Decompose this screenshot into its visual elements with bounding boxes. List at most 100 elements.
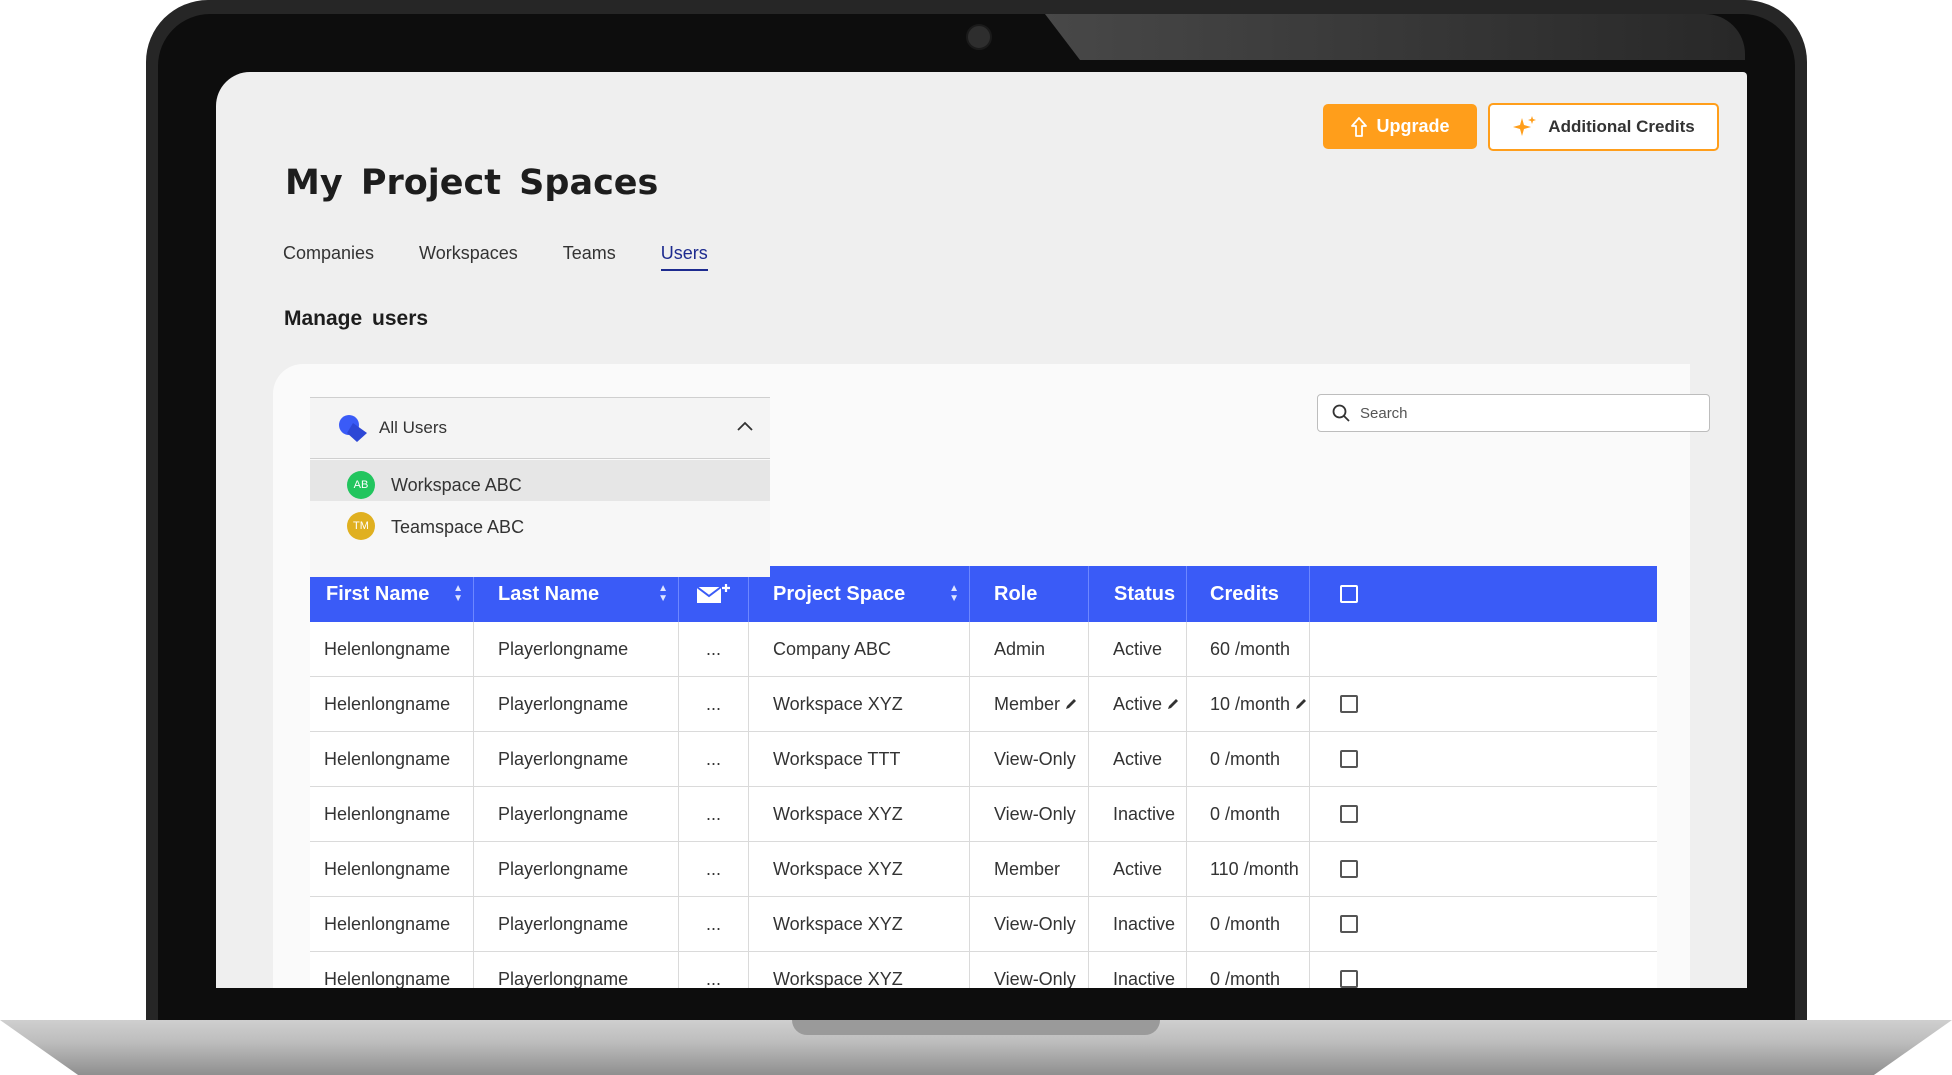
tab-companies[interactable]: Companies: [283, 243, 374, 271]
project-space-cell: Workspace TTT: [749, 732, 970, 786]
table-row: Helenlongname Playerlongname... Workspace …: [310, 677, 1657, 732]
dropdown-option-label: Teamspace ABC: [391, 517, 525, 537]
credits-cell: 0 /month: [1187, 787, 1310, 841]
col-status: Status: [1089, 566, 1187, 622]
project-space-cell-text: Workspace XYZ: [773, 803, 903, 824]
upgrade-button[interactable]: Upgrade: [1323, 104, 1477, 149]
row-checkbox[interactable]: [1310, 732, 1388, 786]
table-row: Helenlongname Playerlongname... Workspace …: [310, 732, 1657, 787]
edit-pencil-icon[interactable]: [1064, 697, 1078, 711]
status-cell-text: Inactive: [1113, 913, 1176, 934]
row-more-button-text: ...: [705, 858, 721, 879]
role-cell-text: View-Only: [994, 748, 1076, 769]
status-cell: Active: [1089, 732, 1187, 786]
status-cell-text: Active: [1113, 693, 1163, 714]
table-row: Helenlongname Playerlongname... Workspace …: [310, 952, 1657, 988]
search-input[interactable]: Search: [1360, 405, 1408, 422]
row-more-button[interactable]: ...: [679, 952, 749, 988]
search-icon: [1332, 404, 1350, 422]
row-more-button-text: ...: [705, 693, 721, 714]
dropdown-option-label: Workspace ABC: [391, 474, 522, 495]
credits-cell-text: 0 /month: [1210, 913, 1281, 934]
avatar: AB: [347, 471, 375, 499]
first-name-cell: Helenlongname: [310, 732, 474, 786]
last-name-cell-text: Playerlongname: [498, 803, 629, 824]
search-box[interactable]: Search: [1317, 394, 1710, 432]
first-name-cell: Helenlongname: [310, 842, 474, 896]
project-space-cell: Workspace XYZ: [749, 952, 970, 988]
credits-label: Additional Credits: [1548, 117, 1695, 136]
all-users-icon: [339, 415, 367, 442]
dropdown-header[interactable]: All Users: [310, 397, 770, 459]
row-more-button-text: ...: [705, 803, 721, 824]
last-name-cell: Playerlongname: [474, 952, 679, 988]
dropdown-option[interactable]: TM Teamspace ABC: [310, 501, 770, 577]
tab-users[interactable]: Users: [660, 243, 708, 271]
row-checkbox[interactable]: [1310, 897, 1388, 951]
last-name-cell: Playerlongname: [474, 787, 679, 841]
screen-glare: [1045, 14, 1745, 60]
col-project-space[interactable]: Project Space ▲ ▼: [749, 566, 970, 622]
row-more-button[interactable]: ...: [679, 842, 749, 896]
project-space-cell: Company ABC: [749, 622, 970, 676]
users-card: Search First Name ▲ ▼ Last Name ▲ ▼ Proj…: [273, 364, 1710, 988]
last-name-cell: Playerlongname: [474, 622, 679, 676]
tab-teams[interactable]: Teams: [563, 243, 616, 271]
credits-cell-text: 0 /month: [1210, 748, 1281, 769]
first-name-cell-text: Helenlongname: [324, 693, 451, 714]
last-name-cell: Playerlongname: [474, 897, 679, 951]
role-cell-text: View-Only: [994, 803, 1076, 824]
credits-cell: 60 /month: [1187, 622, 1310, 676]
role-cell-text: View-Only: [994, 913, 1076, 934]
checkbox-icon: [1340, 695, 1358, 713]
first-name-cell: Helenlongname: [310, 677, 474, 731]
additional-credits-button[interactable]: Additional Credits: [1488, 103, 1719, 151]
role-cell: View-Only: [970, 787, 1089, 841]
project-space-cell: Workspace XYZ: [749, 677, 970, 731]
project-space-cell-text: Workspace XYZ: [773, 913, 903, 934]
credits-cell-text: 110 /month: [1210, 858, 1299, 879]
project-space-cell-text: Workspace TTT: [773, 748, 901, 769]
table-row: Helenlongname Playerlongname... Workspace …: [310, 787, 1657, 842]
row-checkbox[interactable]: [1310, 787, 1388, 841]
project-space-cell: Workspace XYZ: [749, 787, 970, 841]
checkbox-icon: [1340, 805, 1358, 823]
first-name-cell-text: Helenlongname: [324, 913, 451, 934]
checkbox-icon: [1340, 970, 1358, 988]
role-cell: Member: [970, 677, 1089, 731]
status-cell: Inactive: [1089, 897, 1187, 951]
row-checkbox[interactable]: [1310, 677, 1388, 731]
first-name-cell: Helenlongname: [310, 622, 474, 676]
row-checkbox[interactable]: [1310, 622, 1388, 676]
edit-pencil-icon[interactable]: [1166, 697, 1180, 711]
row-more-button[interactable]: ...: [679, 622, 749, 676]
edit-pencil-icon[interactable]: [1294, 697, 1308, 711]
checkbox-icon: [1340, 860, 1358, 878]
col-credits: Credits: [1187, 566, 1310, 622]
credits-cell: 110 /month: [1187, 842, 1310, 896]
first-name-cell-text: Helenlongname: [324, 803, 451, 824]
first-name-cell: Helenlongname: [310, 787, 474, 841]
row-checkbox[interactable]: [1310, 842, 1388, 896]
upgrade-label: Upgrade: [1376, 116, 1450, 136]
user-filter-dropdown[interactable]: All Users AB Workspace ABC TM Teamspace …: [310, 397, 770, 589]
status-cell: Active: [1089, 842, 1187, 896]
laptop-notch: [792, 1020, 1160, 1035]
first-name-cell: Helenlongname: [310, 897, 474, 951]
row-checkbox[interactable]: [1310, 952, 1388, 988]
select-all-checkbox[interactable]: [1310, 566, 1388, 622]
project-space-cell-text: Workspace XYZ: [773, 968, 903, 989]
row-more-button[interactable]: ...: [679, 677, 749, 731]
row-more-button[interactable]: ...: [679, 897, 749, 951]
tab-workspaces[interactable]: Workspaces: [419, 243, 518, 271]
role-cell-text: Member: [994, 693, 1061, 714]
upgrade-arrow-icon: [1351, 116, 1368, 137]
row-more-button[interactable]: ...: [679, 732, 749, 786]
row-more-button-text: ...: [705, 638, 721, 659]
status-cell-text: Active: [1113, 638, 1163, 659]
table-row: Helenlongname Playerlongname... Workspace …: [310, 842, 1657, 897]
role-cell-text: Admin: [994, 638, 1046, 659]
status-cell: Inactive: [1089, 787, 1187, 841]
chevron-up-icon: [737, 421, 753, 431]
row-more-button[interactable]: ...: [679, 787, 749, 841]
